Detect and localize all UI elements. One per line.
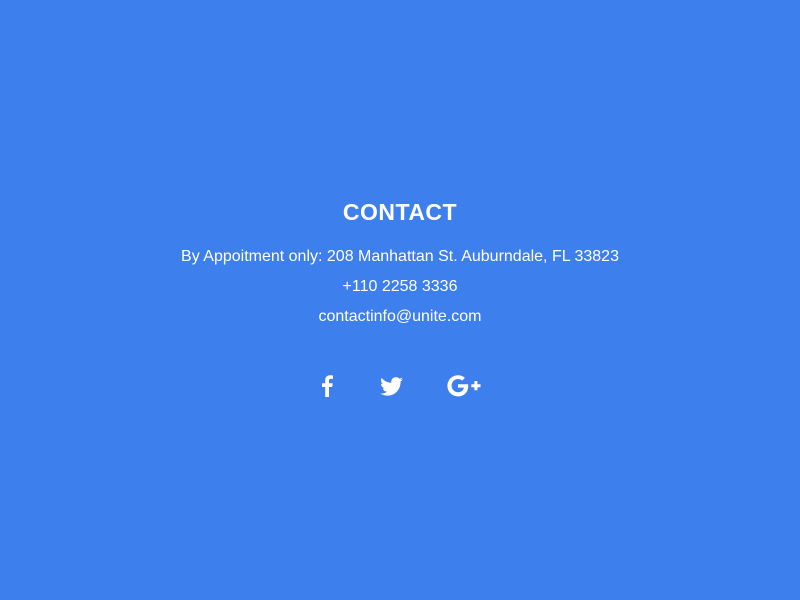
facebook-icon (321, 375, 333, 397)
contact-email[interactable]: contactinfo@unite.com (0, 307, 800, 327)
facebook-link[interactable] (314, 370, 340, 402)
google-plus-link[interactable] (444, 370, 484, 402)
contact-section: CONTACT By Appoitment only: 208 Manhatta… (0, 0, 800, 600)
contact-address: By Appoitment only: 208 Manhattan St. Au… (181, 248, 619, 265)
twitter-icon (379, 376, 403, 396)
contact-phone: +110 2258 3336 (342, 278, 458, 295)
google-plus-icon (447, 375, 481, 397)
social-links (0, 370, 800, 402)
contact-title: CONTACT (342, 199, 458, 225)
twitter-link[interactable] (376, 370, 406, 402)
